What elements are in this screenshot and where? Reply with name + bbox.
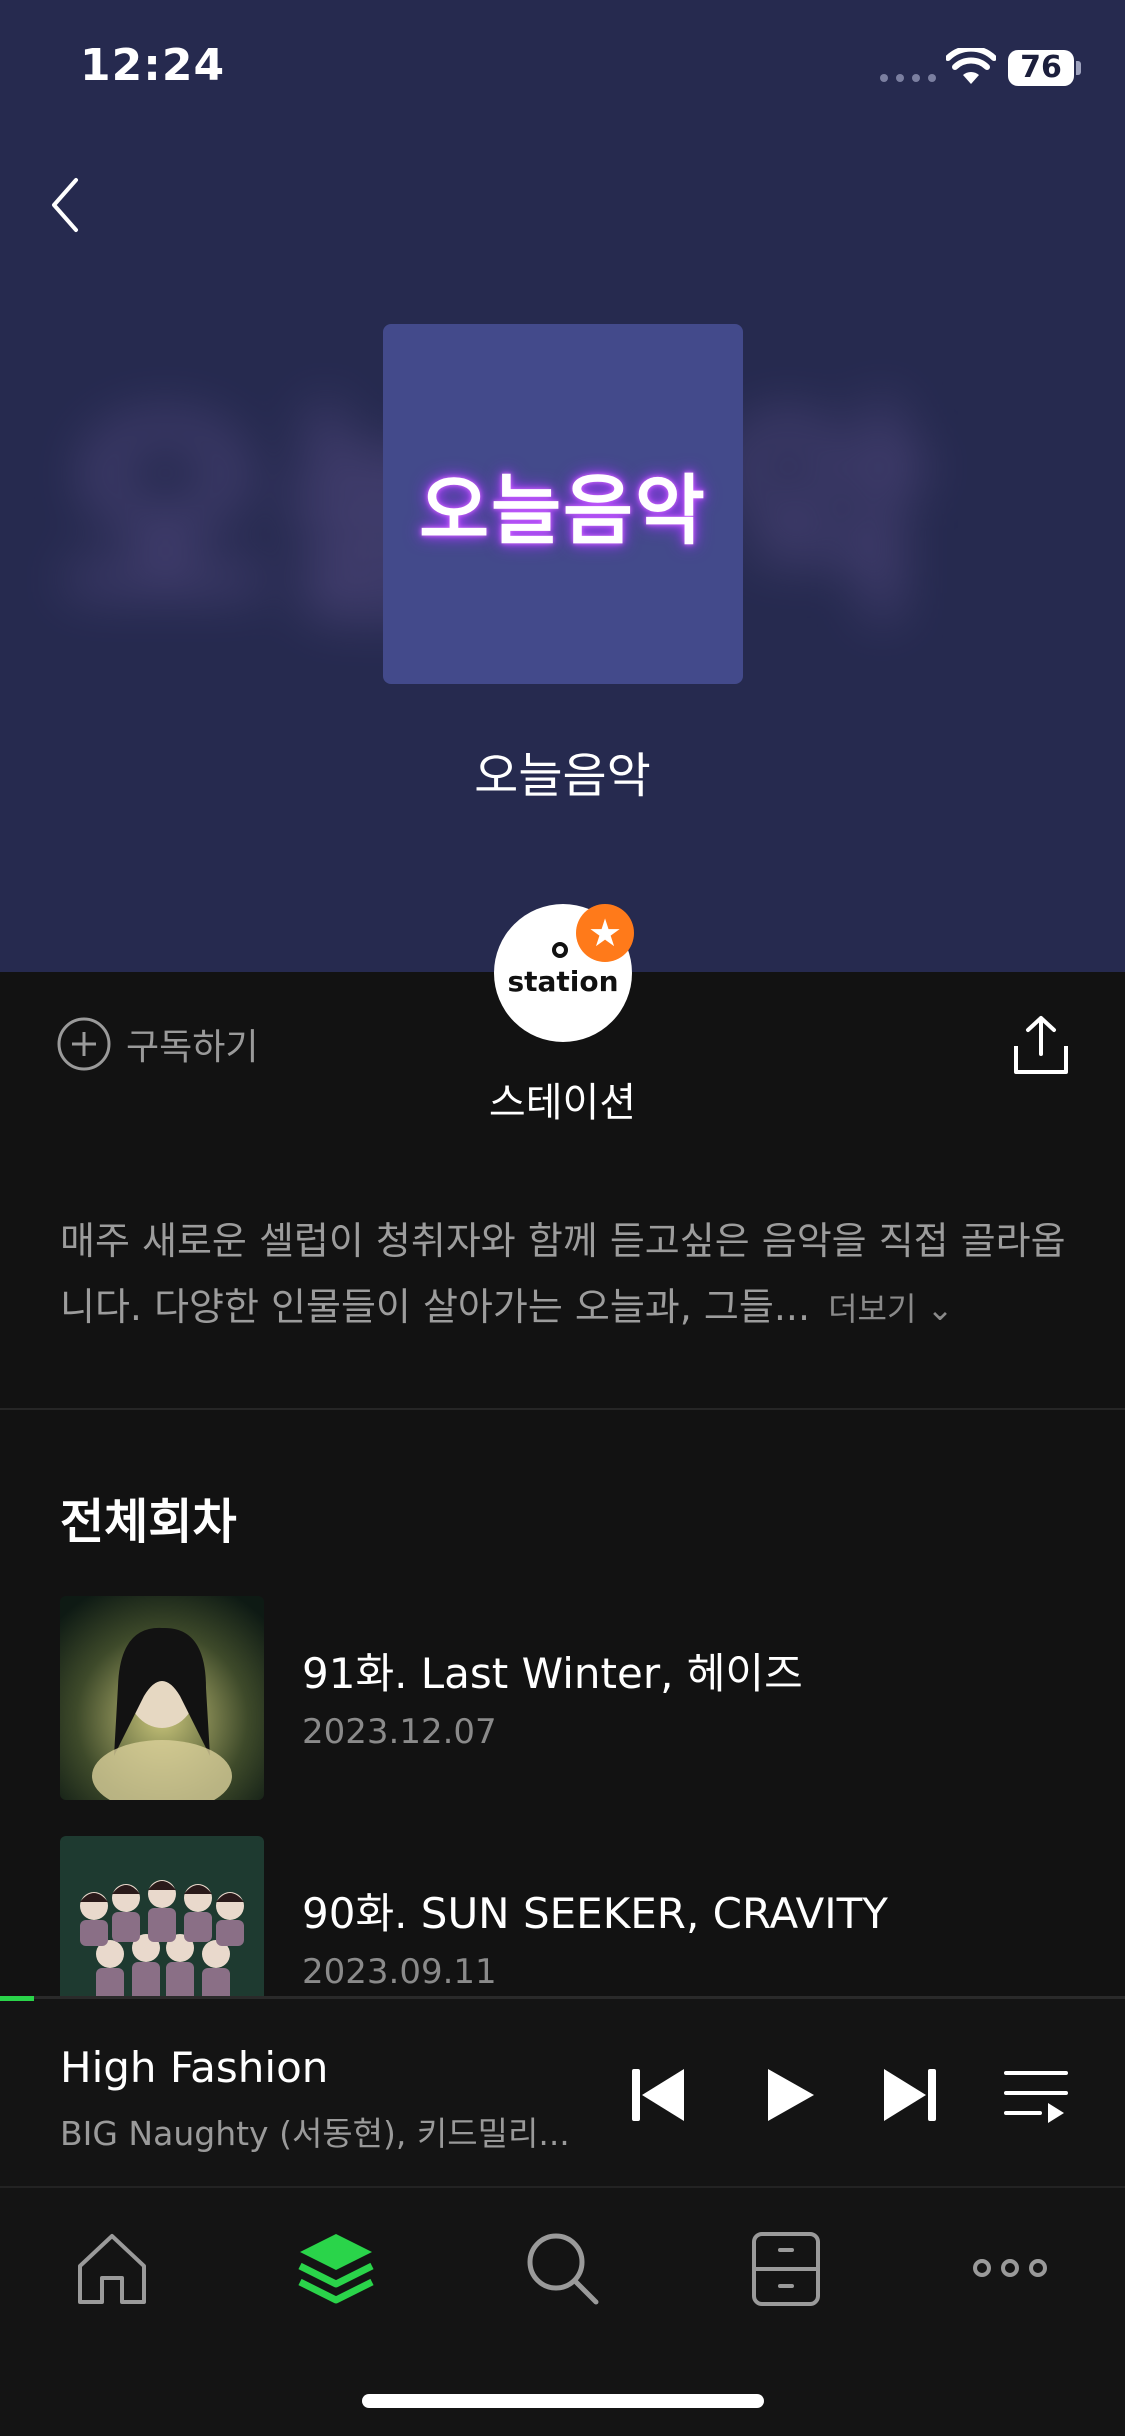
previous-track-button[interactable] (622, 2059, 694, 2131)
station-logo-dot (552, 942, 568, 958)
more-icon[interactable] (970, 2228, 1050, 2308)
battery-icon: 76 (1008, 50, 1074, 86)
divider (0, 1408, 1125, 1410)
layers-icon[interactable] (296, 2228, 376, 2308)
home-icon[interactable] (72, 2228, 152, 2308)
play-button[interactable] (752, 2059, 824, 2131)
program-title: 오늘음악 (474, 748, 651, 804)
back-button[interactable] (38, 170, 98, 240)
next-track-button[interactable] (874, 2059, 946, 2131)
share-button[interactable] (1008, 1012, 1074, 1078)
status-bar: 12:24 76 (0, 0, 1125, 130)
channel-name[interactable]: 스테이션 (0, 1070, 1125, 1128)
library-icon[interactable] (746, 2228, 826, 2308)
episode-title: 91화. Last Winter, 헤이즈 (302, 1649, 803, 1698)
episode-thumbnail (60, 1596, 264, 1800)
playlist-button[interactable] (1000, 2059, 1072, 2131)
episode-title: 90화. SUN SEEKER, CRAVITY (302, 1889, 888, 1938)
cellular-signal-icon (880, 74, 936, 82)
status-time: 12:24 (80, 40, 226, 91)
program-description: 매주 새로운 셀럽이 청취자와 함께 듣고싶은 음악을 직접 골라옵니다. 다양… (60, 1208, 1070, 1342)
program-cover-art: 오늘음악 (383, 324, 743, 684)
episode-item[interactable]: 91화. Last Winter, 헤이즈 2023.12.07 (60, 1596, 1060, 1800)
episode-item[interactable]: 90화. SUN SEEKER, CRAVITY 2023.09.11 (60, 1836, 1060, 1996)
search-icon[interactable] (522, 2228, 602, 2308)
home-indicator[interactable] (362, 2394, 764, 2408)
wifi-icon (946, 48, 996, 84)
episode-date: 2023.09.11 (302, 1952, 497, 1992)
subscribe-button[interactable]: 구독하기 (56, 1016, 258, 1072)
plus-circle-icon (57, 1017, 111, 1071)
battery-nub (1076, 61, 1081, 75)
episode-thumbnail (60, 1836, 264, 1996)
subscribe-label: 구독하기 (126, 1027, 259, 1068)
now-playing-title: High Fashion (60, 2043, 329, 2092)
chevron-down-icon: ⌄ (926, 1290, 954, 1328)
playback-progress-bar (0, 1996, 34, 2001)
cover-neon-text: 오늘음악 (419, 466, 707, 555)
episode-date: 2023.12.07 (302, 1712, 497, 1752)
more-label: 더보기 (828, 1290, 917, 1328)
section-title: 전체회차 (60, 1494, 237, 1550)
more-button[interactable]: 더보기 ⌄ (828, 1290, 953, 1328)
mini-player[interactable]: High Fashion BIG Naughty (서동현), 키드밀리... (0, 1996, 1125, 2186)
now-playing-artist: BIG Naughty (서동현), 키드밀리... (60, 2114, 570, 2153)
station-avatar-text: station (507, 964, 619, 998)
star-badge-icon: ★ (576, 904, 634, 962)
